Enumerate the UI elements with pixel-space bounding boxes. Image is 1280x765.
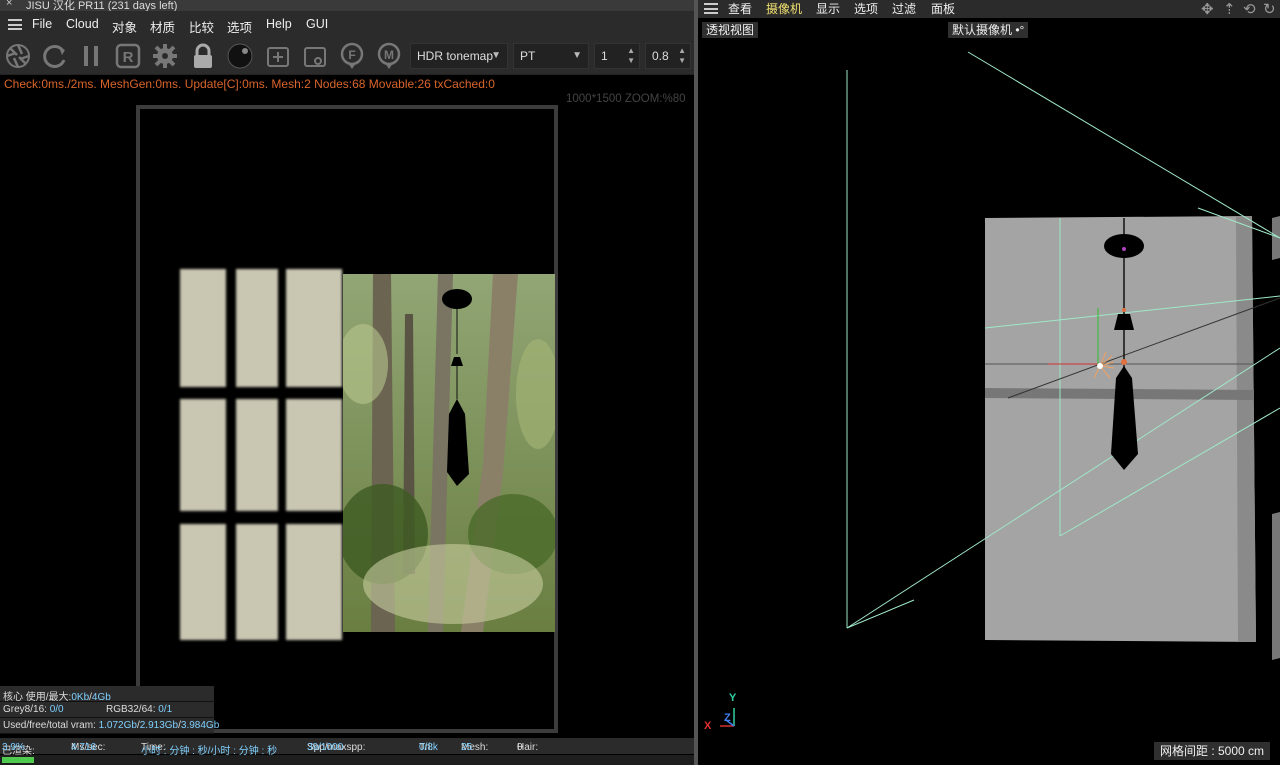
menu-material[interactable]: 材质 — [150, 17, 175, 36]
dolly-icon[interactable]: ⇡ — [1223, 0, 1236, 18]
svg-text:M: M — [384, 48, 394, 62]
tri-value: 0/8k — [419, 742, 438, 753]
vp-menu-panel[interactable]: 面板 — [931, 0, 955, 17]
window-title: JISU 汉化 PR11 (231 days left) — [26, 0, 178, 11]
zoom-info: 1000*1500 ZOOM:%80 — [566, 93, 686, 105]
material-m-icon[interactable]: M — [374, 41, 404, 71]
render-r-icon[interactable]: R — [113, 41, 143, 71]
memory-info: 核心 使用/最大:0Kb/4Gb Grey8/16: 0/0 RGB32/64:… — [0, 686, 219, 734]
viewport-panel: 查看 摄像机 显示 选项 过滤 面板 ✥ ⇡ ⟲ ↻ Y X Z 透视视图 默认… — [698, 0, 1280, 765]
grey-label: Grey8/16: — [3, 704, 47, 715]
menu-bar: File Cloud 对象 材质 比较 选项 Help GUI — [0, 11, 694, 37]
chevron-down-icon: ▼ — [572, 50, 582, 61]
tonemap-value: HDR tonemap — [417, 49, 494, 63]
vram-free-value: 2.913Gb — [139, 720, 179, 731]
menu-file[interactable]: File — [32, 17, 52, 31]
axis-z-label: Z — [724, 712, 731, 724]
vp-menu-display[interactable]: 显示 — [816, 0, 840, 17]
rgb-label: RGB32/64: — [106, 704, 156, 715]
refresh-icon[interactable] — [40, 41, 70, 71]
menu-cloud[interactable]: Cloud — [66, 17, 99, 31]
texture-memory-row: Grey8/16: 0/0 RGB32/64: 0/1 — [0, 702, 214, 718]
vp-menu-view[interactable]: 查看 — [728, 0, 752, 17]
vram-total-value: 3.984Gb — [180, 720, 220, 731]
sphere-icon[interactable] — [225, 41, 255, 71]
view-mode-label[interactable]: 透视视图 — [702, 22, 759, 38]
spp-value: 39/1000 — [307, 742, 344, 753]
render-canvas[interactable] — [136, 105, 558, 733]
vp-menu-options[interactable]: 选项 — [854, 0, 878, 17]
menu-object[interactable]: 对象 — [112, 17, 137, 36]
core-memory-row: 核心 使用/最大:0Kb/4Gb — [0, 686, 214, 703]
vp-menu-filter[interactable]: 过滤 — [892, 0, 916, 17]
vram-row: Used/free/total vram: 1.072Gb/2.913Gb/3.… — [0, 718, 219, 734]
viewport-menu-bar: 查看 摄像机 显示 选项 过滤 面板 ✥ ⇡ ⟲ ↻ — [698, 0, 1280, 18]
mesh-value: 25 — [461, 742, 473, 753]
kernel-value: PT — [520, 49, 536, 63]
value2-stepper[interactable]: 0.8 ▲ ▼ — [645, 43, 691, 69]
vram-label: Used/free/total vram: — [3, 720, 96, 731]
axis-x-label: X — [704, 720, 712, 732]
camera-select[interactable]: 默认摄像机 •° — [948, 22, 1029, 38]
svg-text:R: R — [123, 49, 134, 66]
move-icon[interactable]: ✥ — [1201, 0, 1214, 18]
gear-icon[interactable] — [150, 41, 180, 71]
grid-spacing-info: 网格间距 : 5000 cm — [1154, 742, 1271, 760]
3d-viewport[interactable]: Y X Z — [698, 18, 1280, 765]
hamburger-menu-icon[interactable] — [8, 19, 22, 30]
chevron-down-icon: ▼ — [491, 50, 501, 61]
add-node-icon[interactable] — [263, 41, 293, 71]
forest-view-image — [343, 274, 555, 632]
render-progress-fill — [2, 757, 34, 763]
axis-y-label: Y — [729, 692, 737, 704]
rendered-value: 3.9% — [2, 742, 25, 753]
tonemap-select[interactable]: HDR tonemap ▼ — [410, 43, 508, 69]
stats-line: Check:0ms./2ms. MeshGen:0ms. Update[C]:0… — [4, 77, 495, 91]
lock-icon[interactable] — [188, 41, 218, 71]
hamburger-menu-icon[interactable] — [704, 3, 718, 14]
camera-label: 默认摄像机 — [952, 23, 1013, 37]
menu-compare[interactable]: 比较 — [189, 17, 214, 36]
hair-value: 0 — [517, 742, 523, 753]
node-icon[interactable] — [300, 41, 330, 71]
menu-help[interactable]: Help — [266, 17, 292, 31]
stepper-arrows-icon[interactable]: ▲ ▼ — [627, 46, 635, 66]
rgb-value: 0/1 — [158, 704, 173, 715]
render-panel: × JISU 汉化 PR11 (231 days left) File Clou… — [0, 0, 694, 765]
reset-icon[interactable]: ↻ — [1263, 0, 1276, 18]
ms-value: 4.716 — [71, 742, 97, 753]
stepper-arrows-icon[interactable]: ▲ ▼ — [678, 46, 686, 66]
vram-used-value: 1.072Gb — [98, 720, 137, 731]
aperture-icon[interactable] — [3, 41, 33, 71]
value1-stepper[interactable]: 1 ▲ ▼ — [594, 43, 640, 69]
menu-options[interactable]: 选项 — [227, 17, 252, 36]
menu-gui[interactable]: GUI — [306, 17, 328, 31]
camera-dots-icon: •° — [1015, 23, 1025, 37]
toolbar: R F M HDR tonemap ▼ PT ▼ 1 ▲ ▼ 0.8 ▲ ▼ — [0, 37, 694, 75]
render-progress-bar — [0, 755, 694, 765]
svg-text:F: F — [348, 48, 355, 62]
close-icon[interactable]: × — [6, 0, 12, 9]
focus-f-icon[interactable]: F — [337, 41, 367, 71]
pause-icon[interactable] — [76, 41, 106, 71]
rotate-icon[interactable]: ⟲ — [1243, 0, 1256, 18]
shoji-window-image — [180, 269, 344, 641]
value2-text: 0.8 — [652, 49, 669, 63]
value1-text: 1 — [601, 49, 608, 63]
vp-menu-camera[interactable]: 摄像机 — [766, 0, 802, 17]
title-bar: × JISU 汉化 PR11 (231 days left) — [0, 0, 694, 11]
status-bar: 已渲染: 3.9% Ms/sec: 4.716 Time: 小时 : 分钟 : … — [0, 738, 694, 757]
grey-value: 0/0 — [49, 704, 64, 715]
kernel-select[interactable]: PT ▼ — [513, 43, 589, 69]
